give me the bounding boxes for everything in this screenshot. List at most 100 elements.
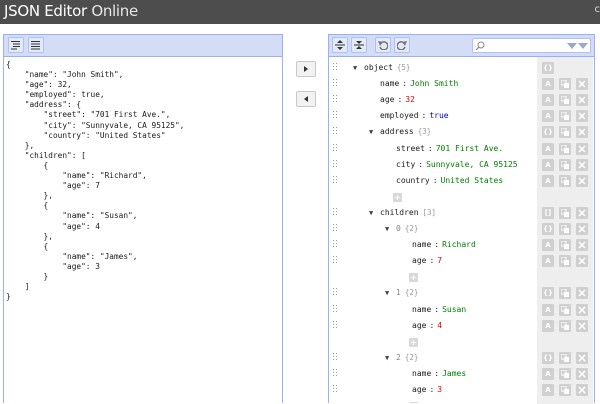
drag-handle-icon[interactable] (333, 305, 338, 314)
header-menu-label[interactable]: c (595, 4, 600, 15)
format-button[interactable] (8, 37, 24, 53)
add-icon[interactable] (393, 193, 402, 202)
field-name[interactable]: employed (380, 111, 419, 120)
drag-handle-icon[interactable] (333, 160, 338, 169)
undo-icon (378, 40, 388, 50)
undo-button[interactable] (375, 37, 391, 53)
colon-separator: : (422, 111, 427, 120)
expand-toggle-icon[interactable]: ▼ (385, 285, 396, 301)
drag-handle-icon[interactable] (333, 224, 338, 233)
code-line: "name": "Susan", (6, 211, 184, 221)
field-value[interactable]: Richard (442, 240, 476, 249)
field-value[interactable]: 701 First Ave. (436, 144, 503, 153)
code-editor-menu (4, 35, 282, 57)
drag-handle-icon[interactable] (333, 385, 338, 394)
field-name[interactable]: name (412, 240, 431, 249)
field-name[interactable]: street (396, 144, 425, 153)
drag-handle-icon[interactable] (333, 353, 338, 362)
field-value[interactable]: true (429, 111, 448, 120)
code-line: { (6, 161, 184, 171)
field-value[interactable]: 4 (437, 321, 442, 330)
tree-node-row: ▼object{5} (329, 60, 594, 76)
drag-handle-icon[interactable] (333, 111, 338, 120)
copy-to-left-button[interactable] (296, 91, 316, 107)
code-line: "children": [ (6, 151, 184, 161)
tree-node-row: ▼0{2} (329, 221, 594, 237)
tree-node: ▼0{2} (385, 221, 418, 237)
drag-handle-icon[interactable] (333, 144, 338, 153)
expand-all-button[interactable] (332, 37, 348, 53)
expand-toggle-icon[interactable]: ▼ (353, 60, 364, 76)
field-name[interactable]: object (364, 63, 393, 72)
compact-button[interactable] (28, 37, 44, 53)
drag-handle-icon[interactable] (333, 95, 338, 104)
child-count: {3} (418, 127, 432, 136)
field-name[interactable]: name (412, 369, 431, 378)
expand-toggle-icon[interactable]: ▼ (385, 221, 396, 237)
field-name[interactable]: age (412, 385, 426, 394)
drag-handle-icon[interactable] (333, 63, 338, 72)
tree-editor-panel: {}AAA{}AAA[]{}AA{}AA{}AA ▼object{5}name:… (328, 34, 595, 403)
tree-node-row: ▼1{2} (329, 285, 594, 301)
code-line: "city": "Sunnyvale, CA 95125", (6, 121, 184, 131)
code-line: }, (6, 191, 184, 201)
field-name[interactable]: name (412, 305, 431, 314)
drag-handle-icon[interactable] (333, 240, 338, 249)
field-name[interactable]: address (380, 127, 414, 136)
field-name[interactable]: children (380, 208, 419, 217)
colon-separator: : (429, 256, 434, 265)
copy-to-right-button[interactable] (296, 61, 316, 77)
field-value[interactable]: 32 (405, 95, 415, 104)
field-value[interactable]: Susan (442, 305, 466, 314)
drag-handle-icon[interactable] (333, 288, 338, 297)
code-line: ] (6, 282, 184, 292)
drag-handle-icon[interactable] (333, 321, 338, 330)
code-line: "street": "701 First Ave.", (6, 110, 184, 120)
add-icon[interactable] (409, 338, 418, 347)
expand-toggle-icon[interactable]: ▼ (369, 205, 380, 221)
add-icon[interactable] (409, 273, 418, 282)
field-name[interactable]: city (396, 160, 415, 169)
array-index: 1 (396, 288, 401, 297)
field-value[interactable]: United States (441, 176, 504, 185)
redo-button[interactable] (394, 37, 410, 53)
search-input[interactable] (486, 40, 566, 51)
field-value[interactable]: James (442, 369, 466, 378)
tree-node: age:3 (401, 382, 442, 398)
drag-handle-icon[interactable] (333, 127, 338, 136)
tree-node: ▼children [3] (369, 205, 436, 221)
tree-node: country:United States (385, 173, 503, 189)
drag-handle-icon[interactable] (333, 208, 338, 217)
field-name[interactable]: age (412, 256, 426, 265)
child-count: [3] (423, 208, 437, 217)
field-name[interactable]: name (380, 79, 399, 88)
drag-handle-icon[interactable] (333, 176, 338, 185)
app-header: JSON Editor Online c (0, 0, 600, 24)
collapse-all-button[interactable] (351, 37, 367, 53)
colon-separator: : (428, 144, 433, 153)
tree-node-row: ▼address {3} (329, 124, 594, 140)
field-value[interactable]: 7 (437, 256, 442, 265)
colon-separator: : (434, 305, 439, 314)
code-line: }, (6, 141, 184, 151)
search-box[interactable] (472, 38, 591, 53)
drag-handle-icon[interactable] (333, 369, 338, 378)
field-name[interactable]: country (396, 176, 430, 185)
drag-handle-icon[interactable] (333, 256, 338, 265)
drag-handle-icon[interactable] (333, 79, 338, 88)
field-name[interactable]: age (412, 321, 426, 330)
code-textarea[interactable]: { "name": "John Smith", "age": 32, "empl… (6, 60, 184, 302)
tree-node: ▼2{2} (385, 350, 418, 366)
tree-node: ▼address {3} (369, 124, 431, 140)
field-name[interactable]: age (380, 95, 394, 104)
expand-toggle-icon[interactable]: ▼ (385, 350, 396, 366)
field-value[interactable]: John Smith (410, 79, 458, 88)
code-editor-panel: { "name": "John Smith", "age": 32, "empl… (3, 34, 283, 403)
tree-node-row: name:James (329, 366, 594, 382)
expand-toggle-icon[interactable]: ▼ (369, 124, 380, 140)
field-value[interactable]: 3 (437, 385, 442, 394)
search-next-icon[interactable] (567, 42, 577, 50)
field-value[interactable]: Sunnyvale, CA 95125 (426, 160, 518, 169)
colon-separator: : (397, 95, 402, 104)
search-prev-icon[interactable] (578, 42, 588, 50)
